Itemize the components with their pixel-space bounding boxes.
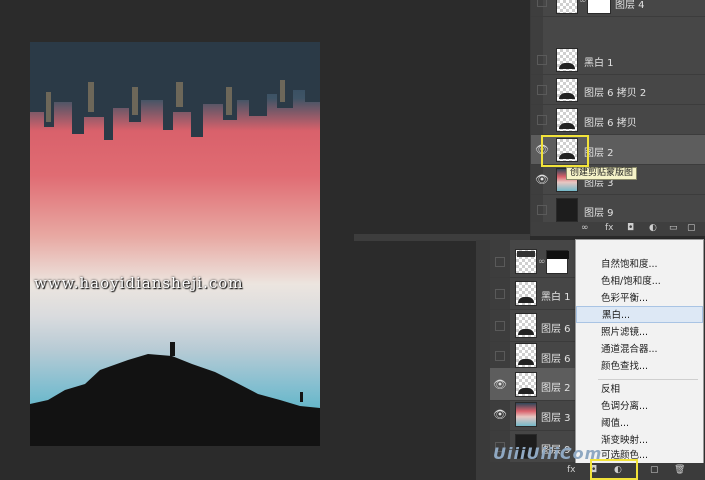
layer-thumbnail <box>556 48 578 72</box>
menu-item-invert[interactable]: 反相 <box>576 381 703 398</box>
layer-name: 图层 6 拷贝 2 <box>584 88 647 99</box>
visibility-toggle[interactable] <box>495 321 505 331</box>
layer-thumbnail <box>556 198 578 222</box>
add-mask-icon[interactable]: ◘ <box>627 223 634 233</box>
eye-icon[interactable]: 👁 <box>535 174 549 186</box>
group-folder-icon[interactable]: ▭ <box>669 223 678 233</box>
menu-item-hue-saturation[interactable]: 色相/饱和度... <box>576 273 703 290</box>
link-icon: ∞ <box>579 0 587 6</box>
menu-item-photo-filter[interactable]: 照片滤镜... <box>576 324 703 341</box>
delete-layer-icon[interactable]: 🗑 <box>674 465 685 475</box>
visibility-toggle[interactable] <box>495 351 505 361</box>
layers-panel-top: ∞ 图层 4 黑白 1 图层 6 拷贝 2 图层 6 拷贝 👁 图层 2 👁 图… <box>530 0 705 236</box>
layer-name: 黑白 1 <box>584 58 614 69</box>
layer-thumbnail <box>515 249 537 274</box>
layer-thumbnail <box>515 281 537 306</box>
layer-thumbnail <box>556 0 578 14</box>
layer-name: 黑白 1 <box>541 292 571 303</box>
layer-name: 图层 2 <box>541 383 571 394</box>
eye-icon[interactable]: 👁 <box>493 379 507 391</box>
clip-mask-tooltip: 创建剪贴蒙版图 <box>566 167 638 180</box>
menu-item-posterize[interactable]: 色调分离... <box>576 398 703 415</box>
new-layer-icon[interactable]: ▢ <box>650 465 659 475</box>
visibility-toggle[interactable] <box>537 55 547 65</box>
layer-thumbnail <box>515 402 537 427</box>
highlight-box-thumbnail <box>541 135 589 167</box>
menu-item-black-white[interactable]: 黑白... <box>576 306 703 323</box>
link-icon: ∞ <box>538 257 546 267</box>
panel-separator-vertical <box>476 240 490 480</box>
eye-icon[interactable]: 👁 <box>493 409 507 421</box>
layer-row-6-copy-2[interactable]: 图层 6 拷贝 2 <box>531 75 705 105</box>
layer-name: 图层 3 <box>541 413 571 424</box>
layer-row-4[interactable]: ∞ 图层 4 <box>531 0 705 17</box>
visibility-toggle[interactable] <box>537 85 547 95</box>
visibility-toggle[interactable] <box>537 0 547 7</box>
menu-separator <box>598 379 698 380</box>
layer-row-6-copy[interactable]: 图层 6 拷贝 <box>531 105 705 135</box>
layer-thumbnail <box>515 343 537 368</box>
mountain-silhouette-image <box>30 342 320 446</box>
visibility-toggle[interactable] <box>537 115 547 125</box>
layers-footer-top: ∞ fx ◘ ◐ ▭ ▢ <box>531 222 705 236</box>
visibility-toggle[interactable] <box>495 289 505 299</box>
layer-name: 图层 4 <box>615 0 645 11</box>
layer-thumbnail <box>515 313 537 338</box>
adjustment-layer-menu: 自然饱和度... 色相/饱和度... 色彩平衡... 黑白... 照片滤镜...… <box>575 239 704 465</box>
document-canvas[interactable]: www.haoyidiansheji.com <box>30 42 320 446</box>
layer-row-9[interactable]: 图层 9 <box>531 195 705 225</box>
layer-mask-thumbnail[interactable] <box>587 0 611 14</box>
layer-thumbnail <box>515 372 537 397</box>
menu-item-color-balance[interactable]: 色彩平衡... <box>576 290 703 307</box>
fx-button[interactable]: fx <box>567 465 576 475</box>
layer-thumbnail <box>556 78 578 102</box>
menu-item-color-lookup[interactable]: 颜色查找... <box>576 358 703 375</box>
adjustment-layer-icon[interactable]: ◐ <box>649 223 657 233</box>
menu-item-channel-mixer[interactable]: 通道混合器... <box>576 341 703 358</box>
layer-name: 图层 9 <box>584 208 614 219</box>
menu-item-vibrance[interactable]: 自然饱和度... <box>576 256 703 273</box>
menu-item-threshold[interactable]: 阈值... <box>576 415 703 432</box>
layer-row-bw1[interactable]: 黑白 1 <box>531 45 705 75</box>
visibility-toggle[interactable] <box>495 257 505 267</box>
watermark-text: www.haoyidiansheji.com <box>34 274 244 292</box>
inverted-city-image <box>30 42 320 140</box>
brand-watermark: UiiiUiiiCom <box>493 444 603 463</box>
layer-name: 图层 6 <box>541 324 571 335</box>
layer-thumbnail <box>556 108 578 132</box>
visibility-toggle[interactable] <box>537 205 547 215</box>
layer-name: 图层 6 拷贝 <box>584 118 637 129</box>
new-layer-icon[interactable]: ▢ <box>687 223 696 233</box>
link-layers-icon[interactable]: ∞ <box>581 223 589 233</box>
fx-button[interactable]: fx <box>605 223 614 233</box>
layer-name: 图层 6 <box>541 354 571 365</box>
layer-mask-thumbnail[interactable] <box>546 250 569 274</box>
